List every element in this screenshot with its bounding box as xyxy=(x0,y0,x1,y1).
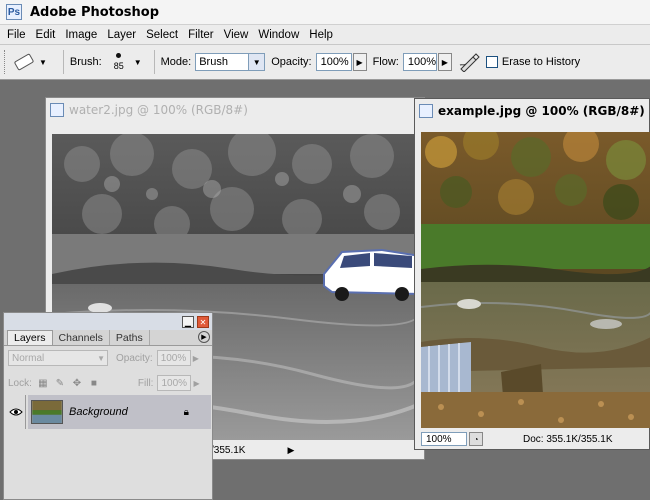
chevron-down-icon: ▼ xyxy=(39,57,47,67)
minimize-icon[interactable]: ▁ xyxy=(182,316,194,328)
document-title: water2.jpg @ 100% (RGB/8#) xyxy=(69,103,248,117)
mode-select[interactable]: Brush ▼ xyxy=(195,53,266,71)
document-titlebar[interactable]: water2.jpg @ 100% (RGB/8#) xyxy=(46,98,424,122)
document-statusbar: /355.1K ▶ xyxy=(211,441,421,459)
document-window-example[interactable]: example.jpg @ 100% (RGB/8#) 100% ◔ Doc: … xyxy=(414,98,650,450)
blend-mode-value: Normal xyxy=(12,352,45,364)
eraser-icon xyxy=(13,53,35,71)
document-icon xyxy=(50,103,64,117)
menu-filter[interactable]: Filter xyxy=(183,29,219,41)
photoshop-app-icon: Ps xyxy=(6,4,22,20)
flow-input[interactable]: 100% xyxy=(402,53,437,71)
separator xyxy=(62,50,64,74)
tab-layers[interactable]: Layers xyxy=(7,330,53,345)
document-title: example.jpg @ 100% (RGB/8#) xyxy=(438,104,645,118)
blend-mode-select[interactable]: Normal ▼ xyxy=(8,350,108,366)
document-icon xyxy=(419,104,433,118)
brush-label: Brush: xyxy=(69,56,102,68)
layer-visibility-toggle[interactable] xyxy=(6,395,26,429)
lock-transparency-icon[interactable]: ▦ xyxy=(37,377,49,389)
status-menu-arrow-icon[interactable]: ▶ xyxy=(287,445,294,456)
blend-row: Normal ▼ Opacity: 100% ▶ xyxy=(4,346,212,370)
layer-opacity-label: Opacity: xyxy=(116,352,153,364)
app-title: Adobe Photoshop xyxy=(30,4,160,20)
document-size-status: Doc: 355.1K/355.1K xyxy=(523,433,613,445)
separator xyxy=(153,50,155,74)
brush-tip-preview xyxy=(116,53,122,58)
tool-options-bar: ▼ Brush: 85 ▼ Mode: Brush ▼ Opacity: 100… xyxy=(0,45,650,80)
tab-paths[interactable]: Paths xyxy=(110,330,150,345)
erase-to-history-checkbox[interactable] xyxy=(485,56,498,68)
menu-layer[interactable]: Layer xyxy=(102,29,141,41)
flow-slider-button[interactable]: ▶ xyxy=(437,53,452,71)
brush-size-value: 85 xyxy=(113,61,124,71)
palette-titlebar[interactable]: ▁ ✕ xyxy=(4,313,212,330)
document-canvas[interactable] xyxy=(421,132,650,428)
chevron-down-icon: ▼ xyxy=(97,353,105,363)
car xyxy=(323,248,420,301)
lock-pixels-icon[interactable]: ✎ xyxy=(54,377,66,389)
brush-dropdown-icon[interactable]: ▼ xyxy=(134,58,142,67)
menu-help[interactable]: Help xyxy=(304,29,338,41)
opacity-input[interactable]: 100% xyxy=(315,53,352,71)
lock-position-icon[interactable]: ✥ xyxy=(71,377,83,389)
fill-slider-icon[interactable]: ▶ xyxy=(193,379,199,388)
layer-name: Background xyxy=(69,406,128,418)
tool-preset-picker[interactable]: ▼ xyxy=(13,53,47,71)
lock-icon: 🔒︎ xyxy=(183,406,189,418)
airbrush-icon[interactable] xyxy=(458,52,480,72)
tab-channels[interactable]: Channels xyxy=(53,330,110,345)
document-titlebar[interactable]: example.jpg @ 100% (RGB/8#) xyxy=(415,99,649,123)
mode-select-value: Brush xyxy=(199,56,228,68)
eye-icon xyxy=(8,408,23,416)
opacity-slider-icon[interactable]: ▶ xyxy=(193,354,199,363)
layer-row-background[interactable]: Background 🔒︎ xyxy=(28,395,211,429)
lock-row: Lock: ▦ ✎ ✥ ■ Fill: 100% ▶ xyxy=(4,370,212,396)
layers-palette: ▁ ✕ Layers Channels Paths ▶ Normal ▼ Opa… xyxy=(3,312,213,500)
menu-bar: File Edit Image Layer Select Filter View… xyxy=(0,25,650,45)
zoom-menu-icon[interactable]: ◔ xyxy=(469,432,483,446)
flow-label: Flow: xyxy=(372,56,399,68)
lock-all-icon[interactable]: ■ xyxy=(88,377,100,389)
document-size-status: /355.1K xyxy=(211,444,246,456)
erase-to-history-label: Erase to History xyxy=(501,56,581,68)
canvas-image-example xyxy=(421,132,650,428)
options-bar-grip[interactable] xyxy=(4,50,7,74)
layer-thumbnail xyxy=(31,400,63,424)
opacity-slider-button[interactable]: ▶ xyxy=(352,53,367,71)
brush-picker[interactable]: 85 xyxy=(106,47,132,77)
menu-select[interactable]: Select xyxy=(141,29,183,41)
layer-opacity-input[interactable]: 100% xyxy=(156,350,191,366)
app-titlebar: Ps Adobe Photoshop xyxy=(0,0,650,25)
zoom-level-input[interactable]: 100% xyxy=(421,432,467,446)
palette-tabs: Layers Channels Paths ▶ xyxy=(4,330,212,346)
palette-menu-icon[interactable]: ▶ xyxy=(198,331,210,343)
layers-list-empty-area xyxy=(4,431,212,499)
document-statusbar: 100% ◔ Doc: 355.1K/355.1K xyxy=(421,430,647,448)
menu-image[interactable]: Image xyxy=(60,29,102,41)
chevron-down-icon: ▼ xyxy=(248,54,265,70)
menu-window[interactable]: Window xyxy=(253,29,304,41)
opacity-label: Opacity: xyxy=(271,56,312,68)
fill-input[interactable]: 100% xyxy=(157,375,192,391)
lock-label: Lock: xyxy=(8,377,32,389)
menu-view[interactable]: View xyxy=(219,29,254,41)
menu-edit[interactable]: Edit xyxy=(31,29,61,41)
menu-file[interactable]: File xyxy=(2,29,31,41)
fill-label: Fill: xyxy=(137,377,154,389)
close-icon[interactable]: ✕ xyxy=(197,316,209,328)
mode-label: Mode: xyxy=(160,56,192,68)
